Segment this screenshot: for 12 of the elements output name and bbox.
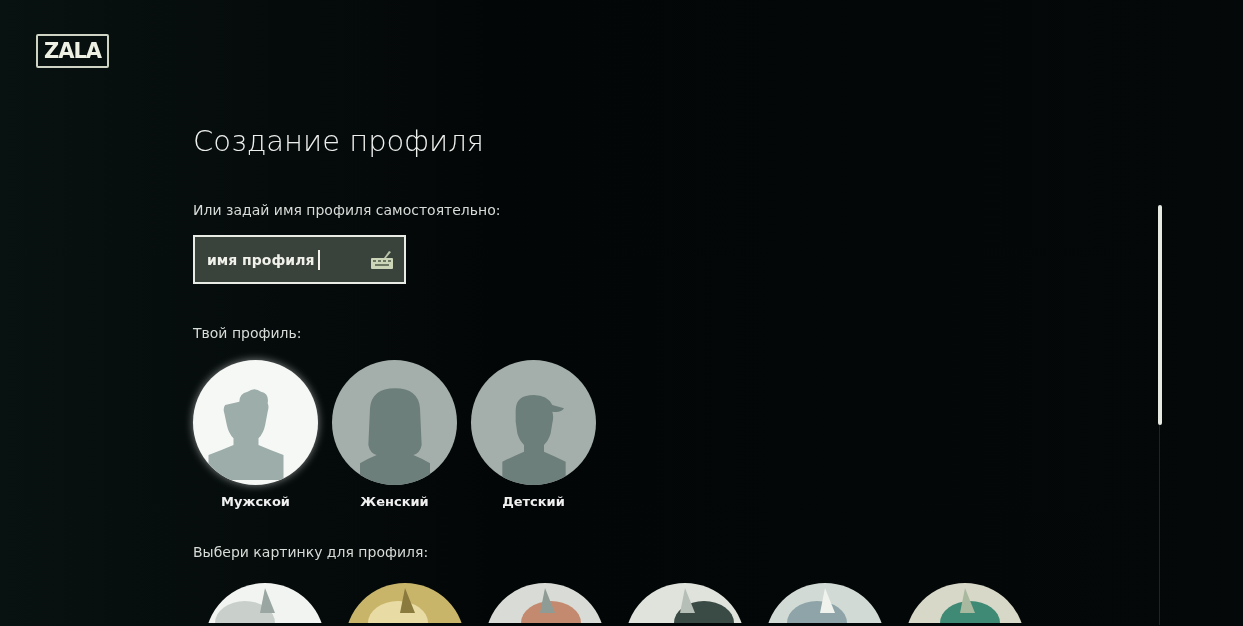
- keyboard-icon[interactable]: [370, 249, 394, 270]
- profile-prompt: Твой профиль:: [193, 324, 302, 342]
- avatar-label: Женский: [360, 494, 429, 509]
- scrollbar[interactable]: [1158, 205, 1162, 425]
- name-prompt: Или задай имя профиля самостоятельно:: [193, 201, 501, 219]
- avatar-label: Мужской: [221, 494, 290, 509]
- logo: ZALA: [36, 34, 110, 68]
- picture-prompt: Выбери картинку для профиля:: [193, 543, 429, 561]
- name-field[interactable]: имя профиля: [193, 235, 406, 284]
- avatar-label: Детский: [502, 494, 565, 509]
- page-title: Создание профиля: [193, 123, 484, 160]
- avatar-button[interactable]: [193, 360, 318, 485]
